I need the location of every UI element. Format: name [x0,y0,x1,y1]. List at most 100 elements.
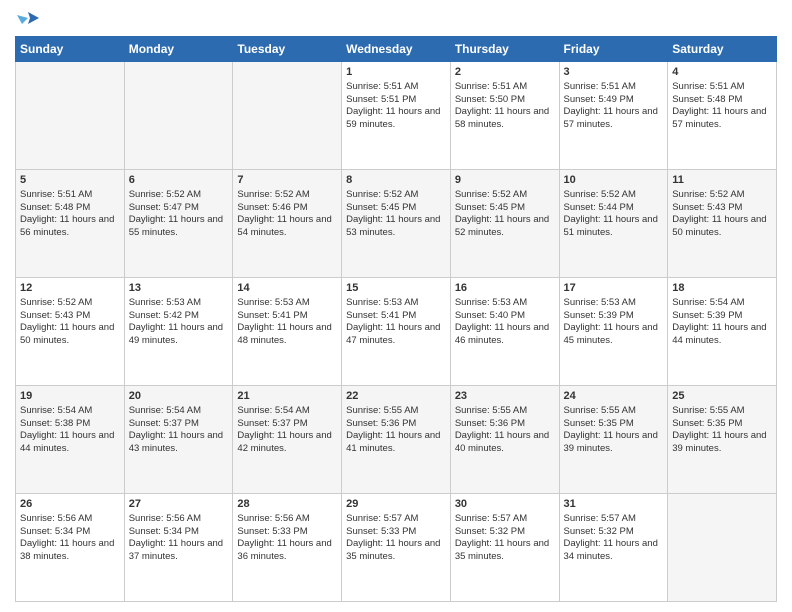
cell-info: Daylight: 11 hours and 50 minutes. [20,322,120,348]
calendar-cell: 4Sunrise: 5:51 AMSunset: 5:48 PMDaylight… [668,62,777,170]
week-row-5: 26Sunrise: 5:56 AMSunset: 5:34 PMDayligh… [16,494,777,602]
cell-info: Sunset: 5:37 PM [237,418,337,431]
cell-info: Sunset: 5:33 PM [346,526,446,539]
logo [15,10,39,28]
calendar-cell: 24Sunrise: 5:55 AMSunset: 5:35 PMDayligh… [559,386,668,494]
cell-info: Daylight: 11 hours and 37 minutes. [129,538,229,564]
cell-info: Daylight: 11 hours and 51 minutes. [564,214,664,240]
day-number: 8 [346,173,446,188]
day-number: 30 [455,497,555,512]
calendar-cell: 18Sunrise: 5:54 AMSunset: 5:39 PMDayligh… [668,278,777,386]
cell-info: Sunset: 5:51 PM [346,94,446,107]
calendar-cell: 26Sunrise: 5:56 AMSunset: 5:34 PMDayligh… [16,494,125,602]
cell-info: Daylight: 11 hours and 57 minutes. [672,106,772,132]
cell-info: Sunset: 5:35 PM [564,418,664,431]
day-number: 4 [672,65,772,80]
cell-info: Sunset: 5:32 PM [455,526,555,539]
cell-info: Sunrise: 5:52 AM [20,297,120,310]
week-row-4: 19Sunrise: 5:54 AMSunset: 5:38 PMDayligh… [16,386,777,494]
cell-info: Sunset: 5:36 PM [455,418,555,431]
cell-info: Sunrise: 5:51 AM [672,81,772,94]
cell-info: Sunrise: 5:52 AM [455,189,555,202]
cell-info: Sunset: 5:38 PM [20,418,120,431]
calendar-cell: 3Sunrise: 5:51 AMSunset: 5:49 PMDaylight… [559,62,668,170]
calendar-cell: 28Sunrise: 5:56 AMSunset: 5:33 PMDayligh… [233,494,342,602]
day-number: 14 [237,281,337,296]
cell-info: Sunrise: 5:56 AM [237,513,337,526]
cell-info: Sunrise: 5:53 AM [129,297,229,310]
day-number: 13 [129,281,229,296]
cell-info: Sunset: 5:49 PM [564,94,664,107]
page: SundayMondayTuesdayWednesdayThursdayFrid… [0,0,792,612]
cell-info: Sunrise: 5:55 AM [455,405,555,418]
day-number: 26 [20,497,120,512]
cell-info: Sunrise: 5:57 AM [346,513,446,526]
calendar-cell: 20Sunrise: 5:54 AMSunset: 5:37 PMDayligh… [124,386,233,494]
cell-info: Sunrise: 5:56 AM [20,513,120,526]
cell-info: Sunrise: 5:52 AM [129,189,229,202]
cell-info: Daylight: 11 hours and 58 minutes. [455,106,555,132]
cell-info: Sunrise: 5:51 AM [346,81,446,94]
calendar-cell: 21Sunrise: 5:54 AMSunset: 5:37 PMDayligh… [233,386,342,494]
calendar-cell: 12Sunrise: 5:52 AMSunset: 5:43 PMDayligh… [16,278,125,386]
day-number: 12 [20,281,120,296]
calendar-cell [124,62,233,170]
day-number: 16 [455,281,555,296]
cell-info: Sunset: 5:32 PM [564,526,664,539]
calendar-cell: 5Sunrise: 5:51 AMSunset: 5:48 PMDaylight… [16,170,125,278]
cell-info: Daylight: 11 hours and 43 minutes. [129,430,229,456]
cell-info: Sunset: 5:50 PM [455,94,555,107]
calendar-cell: 25Sunrise: 5:55 AMSunset: 5:35 PMDayligh… [668,386,777,494]
calendar-cell: 23Sunrise: 5:55 AMSunset: 5:36 PMDayligh… [450,386,559,494]
cell-info: Sunset: 5:41 PM [346,310,446,323]
calendar-cell [233,62,342,170]
cell-info: Daylight: 11 hours and 56 minutes. [20,214,120,240]
cell-info: Sunrise: 5:55 AM [672,405,772,418]
cell-info: Daylight: 11 hours and 40 minutes. [455,430,555,456]
day-number: 7 [237,173,337,188]
cell-info: Daylight: 11 hours and 39 minutes. [564,430,664,456]
day-number: 11 [672,173,772,188]
cell-info: Sunrise: 5:53 AM [455,297,555,310]
weekday-header-thursday: Thursday [450,37,559,62]
calendar-cell: 13Sunrise: 5:53 AMSunset: 5:42 PMDayligh… [124,278,233,386]
cell-info: Sunrise: 5:51 AM [455,81,555,94]
cell-info: Daylight: 11 hours and 34 minutes. [564,538,664,564]
cell-info: Sunrise: 5:55 AM [346,405,446,418]
calendar-cell: 2Sunrise: 5:51 AMSunset: 5:50 PMDaylight… [450,62,559,170]
calendar-cell: 9Sunrise: 5:52 AMSunset: 5:45 PMDaylight… [450,170,559,278]
weekday-header-friday: Friday [559,37,668,62]
cell-info: Daylight: 11 hours and 57 minutes. [564,106,664,132]
calendar-cell: 1Sunrise: 5:51 AMSunset: 5:51 PMDaylight… [342,62,451,170]
calendar-cell: 8Sunrise: 5:52 AMSunset: 5:45 PMDaylight… [342,170,451,278]
cell-info: Sunset: 5:43 PM [672,202,772,215]
cell-info: Sunset: 5:35 PM [672,418,772,431]
cell-info: Sunrise: 5:53 AM [346,297,446,310]
week-row-1: 1Sunrise: 5:51 AMSunset: 5:51 PMDaylight… [16,62,777,170]
cell-info: Daylight: 11 hours and 52 minutes. [455,214,555,240]
cell-info: Daylight: 11 hours and 39 minutes. [672,430,772,456]
calendar-cell: 7Sunrise: 5:52 AMSunset: 5:46 PMDaylight… [233,170,342,278]
cell-info: Daylight: 11 hours and 38 minutes. [20,538,120,564]
day-number: 18 [672,281,772,296]
cell-info: Sunset: 5:47 PM [129,202,229,215]
calendar-cell: 15Sunrise: 5:53 AMSunset: 5:41 PMDayligh… [342,278,451,386]
calendar-cell: 14Sunrise: 5:53 AMSunset: 5:41 PMDayligh… [233,278,342,386]
calendar-cell: 17Sunrise: 5:53 AMSunset: 5:39 PMDayligh… [559,278,668,386]
cell-info: Sunset: 5:44 PM [564,202,664,215]
cell-info: Sunset: 5:41 PM [237,310,337,323]
cell-info: Sunrise: 5:54 AM [672,297,772,310]
day-number: 10 [564,173,664,188]
day-number: 29 [346,497,446,512]
day-number: 21 [237,389,337,404]
day-number: 20 [129,389,229,404]
calendar-cell [16,62,125,170]
cell-info: Sunset: 5:45 PM [346,202,446,215]
day-number: 25 [672,389,772,404]
cell-info: Sunrise: 5:54 AM [237,405,337,418]
day-number: 28 [237,497,337,512]
calendar-cell: 6Sunrise: 5:52 AMSunset: 5:47 PMDaylight… [124,170,233,278]
weekday-header-wednesday: Wednesday [342,37,451,62]
cell-info: Sunrise: 5:57 AM [455,513,555,526]
cell-info: Daylight: 11 hours and 35 minutes. [346,538,446,564]
